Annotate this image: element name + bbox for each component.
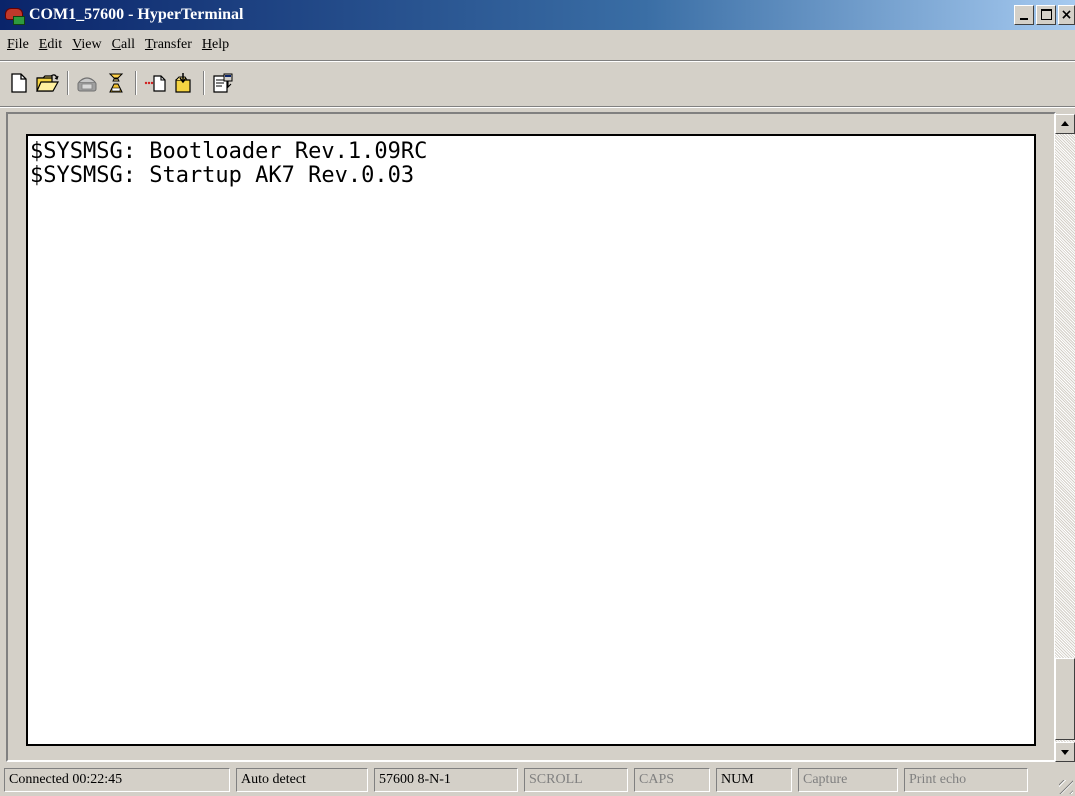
properties-button[interactable] — [210, 70, 236, 96]
status-caps: CAPS — [634, 768, 710, 792]
close-button[interactable]: × — [1058, 5, 1075, 25]
terminal-output[interactable]: $SYSMSG: Bootloader Rev.1.09RC $SYSMSG: S… — [26, 134, 1036, 746]
maximize-icon — [1041, 9, 1052, 20]
menu-bar: File Edit View Call Transfer Help — [0, 31, 1075, 59]
menu-transfer[interactable]: Transfer — [142, 37, 199, 53]
open-icon — [36, 74, 60, 92]
scroll-thumb[interactable] — [1055, 658, 1075, 740]
maximize-button[interactable] — [1036, 5, 1056, 25]
terminal-line: $SYSMSG: Bootloader Rev.1.09RC — [30, 139, 428, 164]
menu-call[interactable]: Call — [109, 37, 142, 53]
toolbar-separator — [203, 71, 205, 95]
window-title: COM1_57600 - HyperTerminal — [29, 6, 244, 23]
send-icon — [144, 75, 166, 92]
open-button[interactable] — [35, 70, 61, 96]
close-icon: × — [1060, 7, 1073, 23]
terminal-line: $SYSMSG: Startup AK7 Rev.0.03 — [30, 163, 415, 188]
send-button[interactable] — [142, 70, 168, 96]
vertical-scrollbar[interactable] — [1055, 114, 1075, 762]
disconnect-button[interactable] — [74, 70, 100, 96]
new-icon — [11, 73, 27, 93]
menu-help[interactable]: Help — [199, 37, 236, 53]
dial-button[interactable] — [103, 70, 129, 96]
receive-button[interactable] — [171, 70, 197, 96]
minimize-icon — [1020, 18, 1028, 20]
arrow-up-icon — [1061, 121, 1069, 126]
status-scroll: SCROLL — [524, 768, 628, 792]
status-settings: 57600 8-N-1 — [374, 768, 518, 792]
new-button[interactable] — [6, 70, 32, 96]
scroll-down-button[interactable] — [1055, 742, 1075, 762]
status-print-echo: Print echo — [904, 768, 1028, 792]
toolbar — [0, 62, 1075, 104]
status-detect: Auto detect — [236, 768, 368, 792]
arrow-down-icon — [1061, 750, 1069, 755]
minimize-button[interactable] — [1014, 5, 1034, 25]
scroll-up-button[interactable] — [1055, 114, 1075, 134]
dial-icon — [108, 73, 124, 93]
title-bar[interactable]: COM1_57600 - HyperTerminal × — [0, 0, 1075, 30]
status-connected: Connected 00:22:45 — [4, 768, 230, 792]
menu-file[interactable]: File — [4, 37, 36, 53]
toolbar-separator — [67, 71, 69, 95]
hyperterminal-phone-icon[interactable] — [4, 4, 26, 26]
resize-grip-icon[interactable] — [1059, 780, 1073, 794]
menu-view[interactable]: View — [69, 37, 109, 53]
toolbar-separator — [135, 71, 137, 95]
menu-edit[interactable]: Edit — [36, 37, 69, 53]
receive-icon — [175, 73, 191, 93]
properties-icon — [213, 73, 233, 93]
disconnect-icon — [77, 77, 97, 92]
status-num: NUM — [716, 768, 792, 792]
toolbar-bottom-separator — [0, 106, 1075, 108]
status-bar: Connected 00:22:45 Auto detect 57600 8-N… — [0, 764, 1075, 796]
status-capture: Capture — [798, 768, 898, 792]
